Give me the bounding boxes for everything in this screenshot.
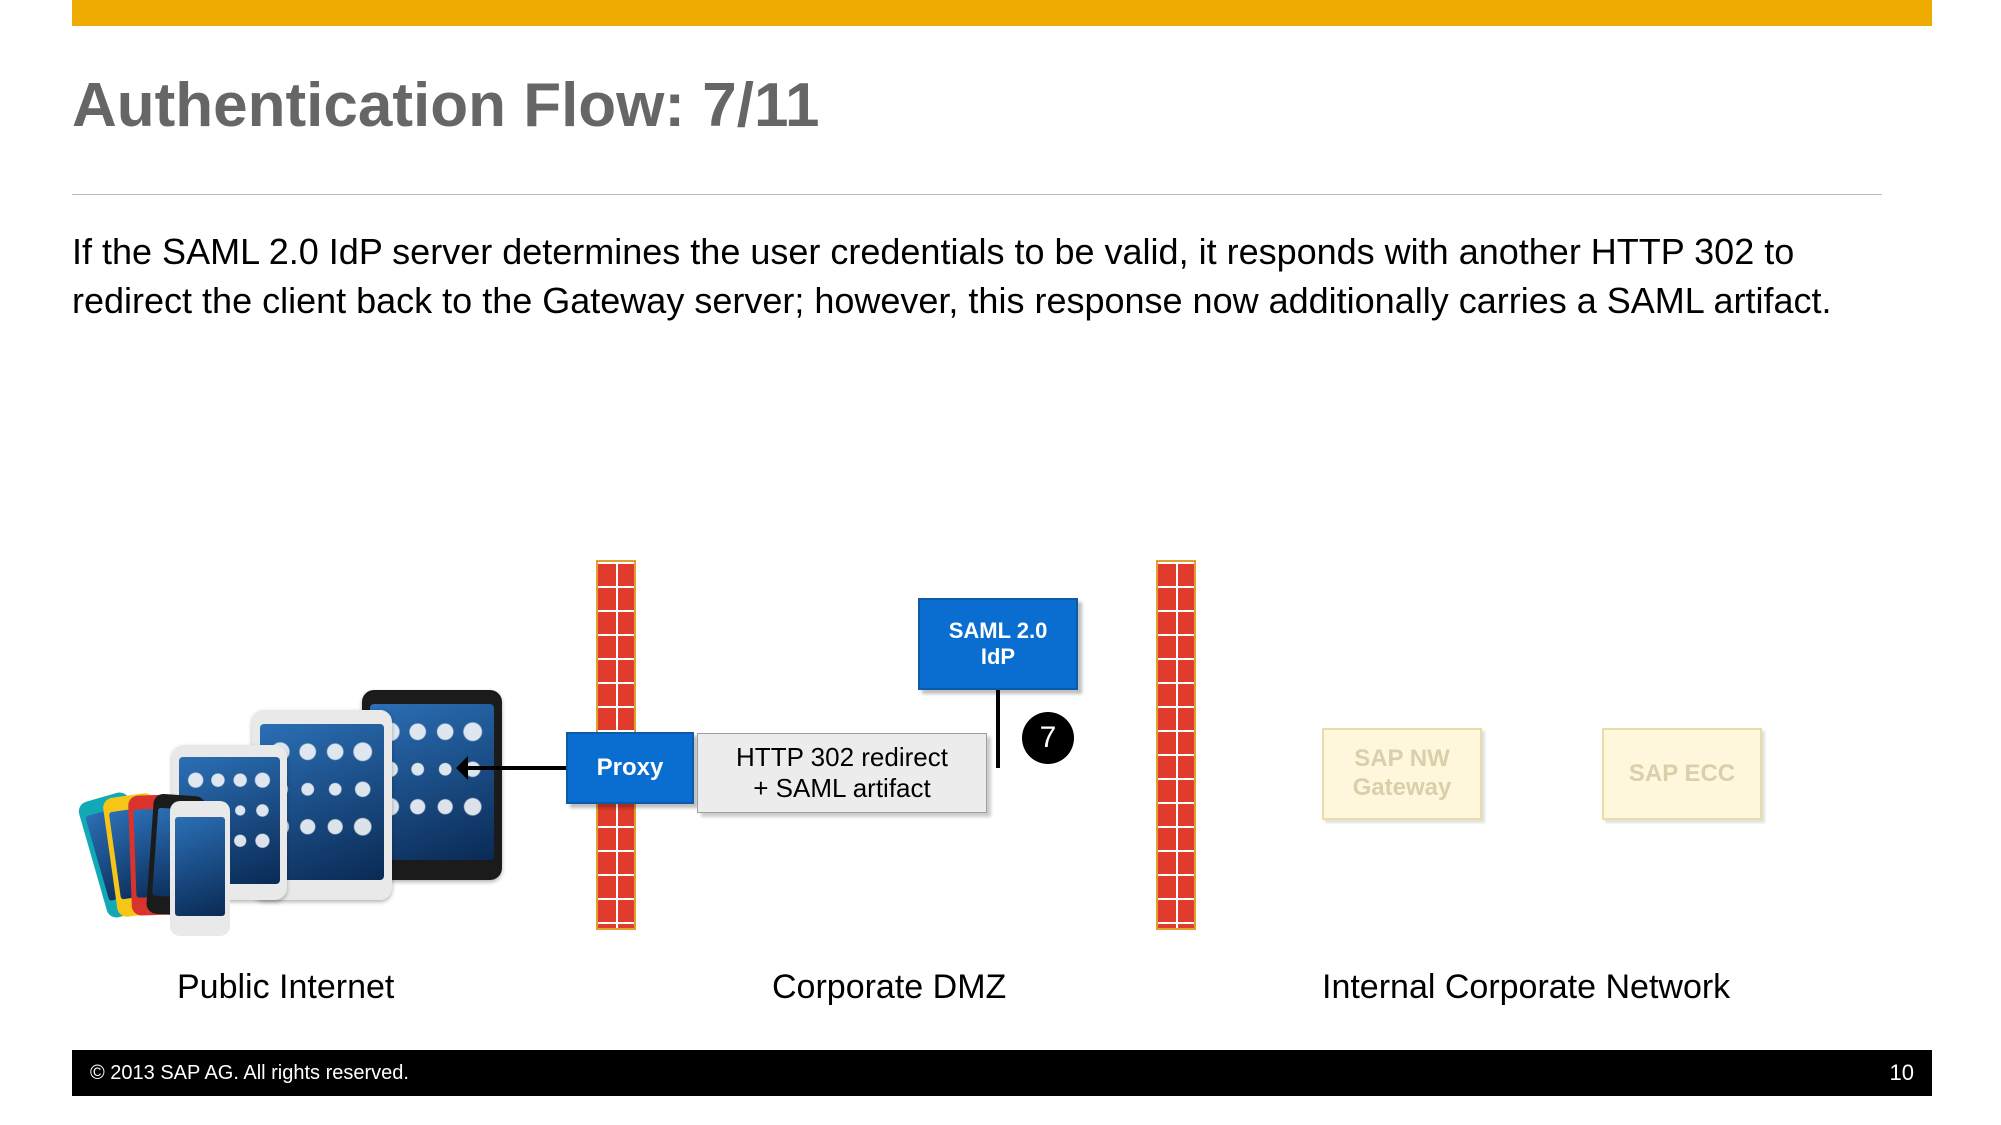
nw-gateway-label-line2: Gateway [1353,774,1452,801]
copyright-text: © 2013 SAP AG. All rights reserved. [90,1062,409,1085]
message-line2: + SAML artifact [753,773,931,804]
idp-node: SAML 2.0 IdP [918,598,1078,690]
step-number-badge: 7 [1022,712,1074,764]
title-divider [72,194,1882,195]
slide-title: Authentication Flow: 7/11 [72,70,820,141]
step-number: 7 [1040,721,1057,755]
idp-label-line1: SAML 2.0 [949,618,1048,644]
nw-gateway-label-line1: SAP NW [1354,745,1450,772]
slide-footer: © 2013 SAP AG. All rights reserved. 10 [72,1050,1932,1096]
proxy-label: Proxy [597,754,664,782]
architecture-diagram: Proxy HTTP 302 redirect + SAML artifact … [72,560,1882,930]
message-box: HTTP 302 redirect + SAML artifact [697,733,987,813]
nw-gateway-node: SAP NW Gateway [1322,728,1482,820]
proxy-node: Proxy [566,732,694,804]
ecc-label: SAP ECC [1629,760,1735,789]
zone-label-public: Public Internet [177,968,394,1007]
slide-body-text: If the SAML 2.0 IdP server determines th… [72,228,1882,325]
firewall-icon [1156,560,1196,930]
accent-bar [72,0,1932,26]
arrow-to-client-icon [462,766,566,770]
phones-icon [92,795,262,940]
zone-label-internal: Internal Corporate Network [1322,968,1730,1007]
idp-label-line2: IdP [981,644,1015,670]
connector-line [996,690,1000,768]
slide: Authentication Flow: 7/11 If the SAML 2.… [72,0,1932,1096]
zone-label-dmz: Corporate DMZ [772,968,1006,1007]
client-devices [92,690,492,930]
message-line1: HTTP 302 redirect [736,742,948,773]
ecc-node: SAP ECC [1602,728,1762,820]
page-number: 10 [1890,1060,1914,1086]
